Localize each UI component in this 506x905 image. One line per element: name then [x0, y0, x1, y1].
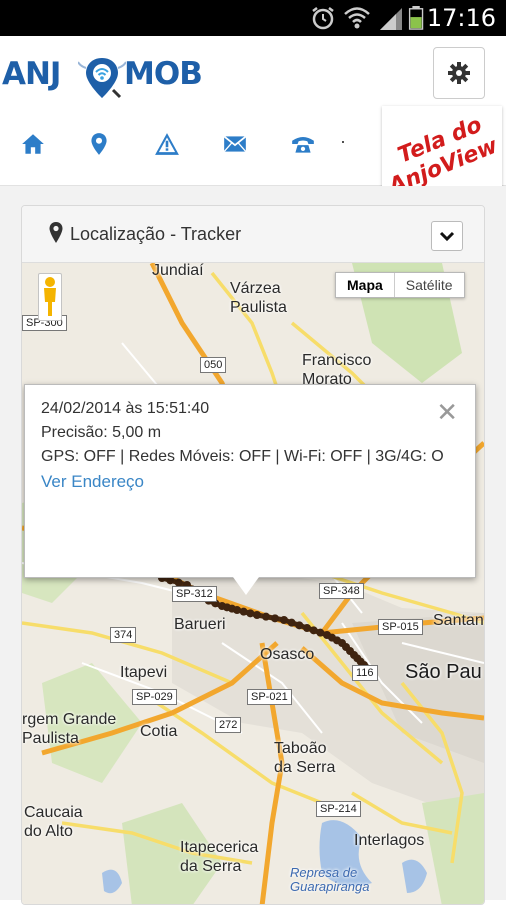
place-itapevi: Itapevi: [120, 664, 168, 681]
road-shield-sp312: SP-312: [172, 586, 217, 602]
place-varzea-paulista: Várzea Paulista: [230, 280, 287, 316]
place-jundiai: Jundiaí: [152, 263, 204, 279]
map-type-satellite-button[interactable]: Satélite: [395, 273, 464, 297]
envelope-icon[interactable]: [222, 131, 248, 157]
place-sao-paulo: São Pau: [405, 661, 482, 683]
clock: 17:16: [426, 4, 496, 32]
nav-separator: ·: [340, 131, 346, 151]
panel-title: Localização - Tracker: [70, 224, 242, 244]
map-view[interactable]: Jundiaí Várzea Paulista Francisco Morato…: [22, 263, 484, 904]
place-barueri: Barueri: [174, 616, 226, 633]
place-osasco: Osasco: [260, 646, 315, 663]
info-window-pointer: [233, 577, 259, 595]
settings-button[interactable]: [433, 47, 485, 99]
road-shield-374: 374: [110, 627, 137, 643]
street-view-pegman[interactable]: [38, 273, 62, 321]
track-point: [280, 616, 288, 624]
track-point: [233, 606, 241, 614]
place-represa-guarapiranga: Represa de Guarapiranga: [290, 865, 370, 894]
phone-icon[interactable]: [290, 131, 316, 157]
road-shield-sp015: SP-015: [378, 619, 423, 635]
track-point: [262, 612, 270, 621]
track-point: [287, 618, 296, 627]
road-shield-sp348: SP-348: [319, 583, 364, 599]
place-vargem-grande: rgem Grande Paulista: [22, 711, 117, 747]
gear-icon: [448, 62, 470, 84]
road-shield-272: 272: [215, 717, 242, 733]
place-taboao-da-serra: Taboão da Serra: [274, 740, 336, 776]
track-point: [271, 614, 279, 623]
chevron-down-icon: [439, 231, 455, 242]
map-type-control: Mapa Satélite: [335, 272, 465, 298]
road-shield-sp029: SP-029: [132, 689, 177, 705]
status-bar: 17:16: [0, 0, 506, 36]
panel-header: Localização - Tracker: [22, 206, 484, 263]
info-datetime: 24/02/2014 às 15:51:40: [41, 400, 210, 417]
map-marker-icon: [49, 222, 63, 243]
place-santana: Santan: [433, 612, 484, 629]
signal-icon: [380, 8, 402, 30]
anjoview-badge: Tela do AnjoView: [382, 106, 502, 200]
road-shield-sp021: SP-021: [247, 689, 292, 705]
app-header: ANJ MOB · Tela do AnjoView: [0, 36, 506, 200]
anjomob-logo[interactable]: ANJ MOB: [2, 48, 203, 106]
content-area: Localização - Tracker Jundiaí Várzea Pau…: [0, 186, 506, 905]
place-interlagos: Interlagos: [354, 832, 425, 849]
location-pin-icon[interactable]: [86, 131, 112, 157]
close-icon[interactable]: ✕: [436, 399, 458, 425]
location-panel: Localização - Tracker Jundiaí Várzea Pau…: [21, 205, 485, 905]
info-precision: Precisão: 5,00 m: [41, 424, 162, 441]
info-connectivity-status: GPS: OFF | Redes Móveis: OFF | Wi-Fi: OF…: [41, 448, 444, 465]
info-window: 24/02/2014 às 15:51:40 Precisão: 5,00 m …: [24, 384, 476, 595]
track-point: [246, 609, 255, 618]
logo-pin-icon: [78, 58, 126, 99]
battery-icon: [408, 6, 424, 30]
place-caucaia-do-alto: Caucaia do Alto: [24, 804, 83, 840]
warning-icon[interactable]: [154, 131, 180, 157]
road-shield-050: 050: [200, 357, 227, 373]
place-itapecerica-da-serra: Itapecerica da Serra: [180, 839, 259, 875]
view-address-link[interactable]: Ver Endereço: [41, 472, 144, 492]
road-shield-sp214: SP-214: [316, 801, 361, 817]
logo-text-left: ANJ: [2, 56, 61, 92]
road-shield-116: 116: [352, 665, 378, 681]
track-point: [239, 607, 248, 616]
home-icon[interactable]: [20, 131, 46, 157]
collapse-button[interactable]: [431, 221, 463, 251]
track-point: [253, 611, 261, 619]
logo-text-right: MOB: [124, 56, 203, 92]
map-type-map-button[interactable]: Mapa: [336, 273, 395, 297]
wifi-icon: [344, 7, 370, 29]
track-point: [295, 621, 304, 630]
alarm-icon: [312, 7, 334, 30]
place-cotia: Cotia: [140, 723, 178, 740]
pegman-icon: [44, 277, 56, 316]
